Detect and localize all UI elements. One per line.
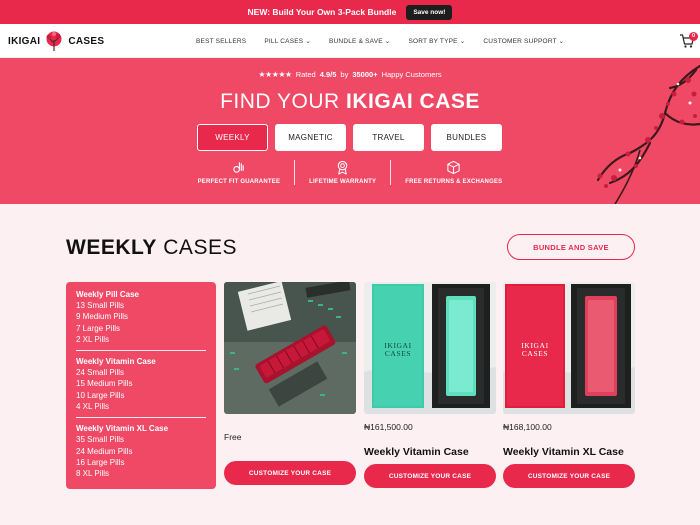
spec-line: 16 Large Pills xyxy=(76,457,125,467)
spec-line: 35 Small Pills xyxy=(76,435,125,445)
ok-hand-icon xyxy=(233,162,245,173)
feature-lifetime-warranty-label: LIFETIME WARRANTY xyxy=(309,179,377,185)
spec-line: 24 Medium Pills xyxy=(76,446,133,456)
spec-line: 13 Small Pills xyxy=(76,301,125,310)
main-nav: BEST SELLERS PILL CASES ⌄ BUNDLE & SAVE … xyxy=(196,24,564,58)
vitamin-case-photo-icon: IKIGAI CASES xyxy=(364,282,496,414)
package-box-icon xyxy=(447,160,460,175)
spec-line: 24 Small Pills xyxy=(76,368,125,378)
site-header: IKIGAI CASES BEST SELLERS PILL CASES ⌄ B… xyxy=(0,24,700,58)
spec-line: 15 Medium Pills xyxy=(76,379,133,389)
feature-free-returns: FREE RETURNS & EXCHANGES xyxy=(390,160,516,185)
feature-free-returns-label: FREE RETURNS & EXCHANGES xyxy=(405,179,503,185)
hero-title-light: FIND YOUR xyxy=(220,90,340,113)
spec-title: Weekly Vitamin Case xyxy=(76,357,156,367)
capacity-spec-card: Weekly Pill Case 13 Small Pills 9 Medium… xyxy=(66,282,216,489)
customize-case-button[interactable]: CUSTOMIZE YOUR CASE xyxy=(364,464,496,488)
chevron-down-icon: ⌄ xyxy=(384,38,391,45)
spec-weekly-vitamin-xl-case: Weekly Vitamin XL Case 35 Small Pills 24… xyxy=(76,417,206,479)
rating-line: ★★★★★ Rated 4.9/5 by 35000+ Happy Custom… xyxy=(0,70,700,79)
product-price: ₦161,500.00 xyxy=(364,422,413,432)
tab-bundles[interactable]: BUNDLES xyxy=(431,124,502,151)
product-price: Free xyxy=(224,432,242,442)
vitamin-xl-case-photo-icon: IKIGAI CASES xyxy=(503,282,635,414)
section-title-bold: WEEKLY xyxy=(66,236,157,259)
product-card-weekly-pill-case: Free CUSTOMIZE YOUR CASE xyxy=(224,282,356,485)
award-ribbon-icon xyxy=(337,160,348,175)
spec-title: Weekly Pill Case xyxy=(76,290,139,299)
feature-lifetime-warranty: LIFETIME WARRANTY xyxy=(294,160,390,185)
spec-line: 4 XL Pills xyxy=(76,402,110,412)
spec-line: 2 XL Pills xyxy=(76,334,110,344)
nav-pill-cases-label: PILL CASES xyxy=(264,38,304,45)
chevron-down-icon: ⌄ xyxy=(558,38,565,45)
feature-perfect-fit: PERFECT FIT GUARANTEE xyxy=(184,160,295,185)
nav-sort-by-type[interactable]: SORT BY TYPE ⌄ xyxy=(408,37,465,45)
rating-value: 4.9/5 xyxy=(319,70,337,79)
nav-pill-cases[interactable]: PILL CASES ⌄ xyxy=(264,37,311,45)
spec-line: 8 XL Pills xyxy=(76,469,110,479)
spec-weekly-pill-case: Weekly Pill Case 13 Small Pills 9 Medium… xyxy=(76,289,206,345)
spec-line: 9 Medium Pills xyxy=(76,312,129,322)
customize-case-button[interactable]: CUSTOMIZE YOUR CASE xyxy=(503,464,635,488)
tab-travel[interactable]: TRAVEL xyxy=(353,124,424,151)
tab-weekly[interactable]: WEEKLY xyxy=(197,124,268,151)
product-image[interactable]: IKIGAI CASES xyxy=(364,282,496,414)
spec-line: 7 Large Pills xyxy=(76,323,121,333)
tab-magnetic[interactable]: MAGNETIC xyxy=(275,124,346,151)
announcement-bar: NEW: Build Your Own 3-Pack Bundle Save n… xyxy=(0,0,700,24)
product-name[interactable]: Weekly Vitamin XL Case xyxy=(503,446,624,458)
section-title: WEEKLY CASES xyxy=(66,236,237,260)
bundle-and-save-button[interactable]: BUNDLE AND SAVE xyxy=(507,234,635,260)
product-image[interactable] xyxy=(224,282,356,414)
box-label-line-2: CASES xyxy=(385,349,411,358)
case-type-tabs: WEEKLY MAGNETIC TRAVEL BUNDLES xyxy=(197,124,502,151)
rating-stars-icon: ★★★★★ xyxy=(258,70,292,79)
hero-banner: ★★★★★ Rated 4.9/5 by 35000+ Happy Custom… xyxy=(0,58,700,204)
chevron-down-icon: ⌄ xyxy=(459,38,466,45)
product-name[interactable]: Weekly Vitamin Case xyxy=(364,446,469,458)
hero-title-bold: IKIGAI CASE xyxy=(346,90,480,113)
rating-by: by xyxy=(340,70,349,79)
feature-strip: PERFECT FIT GUARANTEE LIFETIME WARRANTY … xyxy=(0,160,700,185)
nav-customer-support[interactable]: CUSTOMER SUPPORT ⌄ xyxy=(483,37,564,45)
rating-prefix: Rated xyxy=(295,70,316,79)
brand-logo[interactable]: IKIGAI CASES xyxy=(8,30,104,52)
brand-name-left: IKIGAI xyxy=(8,35,41,47)
pill-case-photo-icon xyxy=(224,282,356,414)
announcement-text: NEW: Build Your Own 3-Pack Bundle xyxy=(247,7,397,17)
spec-line: 10 Large Pills xyxy=(76,390,125,400)
section-title-light: CASES xyxy=(163,236,237,259)
rating-count: 35000+ xyxy=(352,70,378,79)
spec-title: Weekly Vitamin XL Case xyxy=(76,424,169,434)
box-label-line-2: CASES xyxy=(522,349,548,358)
product-price: ₦168,100.00 xyxy=(503,422,552,432)
tree-logo-icon xyxy=(46,31,62,51)
save-now-button[interactable]: Save now! xyxy=(406,4,453,20)
cart-count-badge: 0 xyxy=(689,32,698,41)
customize-case-button[interactable]: CUSTOMIZE YOUR CASE xyxy=(224,461,356,485)
product-image[interactable]: IKIGAI CASES xyxy=(503,282,635,414)
spec-weekly-vitamin-case: Weekly Vitamin Case 24 Small Pills 15 Me… xyxy=(76,350,206,412)
nav-sort-by-type-label: SORT BY TYPE xyxy=(408,38,458,45)
nav-best-sellers[interactable]: BEST SELLERS xyxy=(196,38,246,45)
product-card-weekly-vitamin-case: IKIGAI CASES ₦161,500.00 Weekly Vitamin … xyxy=(364,282,496,488)
feature-perfect-fit-label: PERFECT FIT GUARANTEE xyxy=(197,179,281,185)
nav-customer-support-label: CUSTOMER SUPPORT xyxy=(483,38,557,45)
nav-bundle-save-label: BUNDLE & SAVE xyxy=(329,38,383,45)
product-card-weekly-vitamin-xl-case: IKIGAI CASES ₦168,100.00 Weekly Vitamin … xyxy=(503,282,635,488)
chevron-down-icon: ⌄ xyxy=(305,38,311,45)
nav-bundle-save[interactable]: BUNDLE & SAVE ⌄ xyxy=(329,37,390,45)
brand-name-right: CASES xyxy=(68,35,105,47)
rating-suffix: Happy Customers xyxy=(381,70,442,79)
hero-title: FIND YOUR IKIGAI CASE xyxy=(0,90,700,114)
